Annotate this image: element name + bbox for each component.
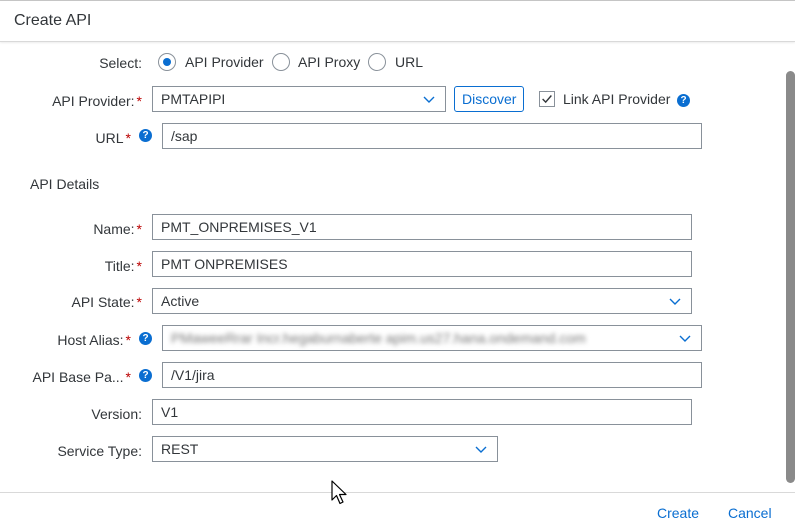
select-label: Select:: [99, 55, 142, 71]
service-type-select[interactable]: REST: [152, 436, 498, 462]
api-provider-label: API Provider: *: [52, 93, 142, 109]
chevron-down-icon[interactable]: [423, 93, 435, 105]
api-details-heading: API Details: [30, 176, 100, 192]
title-label: Title: *: [104, 258, 142, 274]
api-provider-value: PMTAPIPI: [161, 91, 226, 107]
dialog-header: Create API: [0, 1, 795, 42]
api-provider-select[interactable]: PMTAPIPI: [152, 86, 446, 112]
api-base-path-label: API Base Pa... *: [32, 369, 131, 385]
name-label: Name: *: [93, 221, 142, 237]
cancel-button[interactable]: Cancel: [728, 505, 772, 521]
service-type-value: REST: [161, 441, 199, 457]
api-base-path-input[interactable]: /V1/jira: [162, 362, 702, 388]
radio-api-provider-label[interactable]: API Provider: [185, 54, 264, 70]
mouse-pointer-icon: [331, 480, 347, 505]
name-input[interactable]: PMT_ONPREMISES_V1: [152, 214, 692, 240]
radio-api-proxy[interactable]: [272, 53, 290, 71]
help-icon[interactable]: ?: [139, 369, 152, 382]
help-icon[interactable]: ?: [677, 94, 690, 107]
api-state-label: API State: *: [71, 294, 143, 310]
create-button[interactable]: Create: [657, 505, 699, 521]
host-alias-label: Host Alias: *: [57, 332, 131, 348]
link-api-provider-label[interactable]: Link API Provider: [563, 91, 670, 107]
url-input[interactable]: /sap: [162, 123, 702, 149]
version-value: V1: [161, 404, 179, 420]
version-input[interactable]: V1: [152, 399, 692, 425]
radio-api-provider[interactable]: [158, 53, 176, 71]
dialog-footer: Create Cancel: [0, 492, 795, 530]
host-alias-value: PMaweeRrar Incr.hegaburnaberte apim.us27…: [171, 330, 586, 346]
api-state-select[interactable]: Active: [152, 288, 692, 314]
api-base-path-value: /V1/jira: [171, 367, 215, 383]
chevron-down-icon[interactable]: [669, 295, 681, 307]
dialog-title: Create API: [14, 12, 92, 29]
chevron-down-icon[interactable]: [475, 443, 487, 455]
create-api-dialog: Create API Select: API Provider API Prox…: [0, 0, 795, 530]
discover-button[interactable]: Discover: [454, 86, 525, 112]
checkmark-icon: [542, 95, 552, 104]
title-value: PMT ONPREMISES: [161, 256, 288, 272]
link-api-provider-checkbox[interactable]: [539, 91, 555, 107]
vertical-scrollbar[interactable]: [786, 71, 795, 483]
url-value: /sap: [171, 128, 198, 144]
chevron-down-icon[interactable]: [679, 332, 691, 344]
dialog-content[interactable]: Select: API Provider API Proxy URL API P…: [0, 43, 795, 492]
title-input[interactable]: PMT ONPREMISES: [152, 251, 692, 277]
name-value: PMT_ONPREMISES_V1: [161, 219, 317, 235]
help-icon[interactable]: ?: [139, 332, 152, 345]
service-type-label: Service Type:: [57, 443, 142, 459]
version-label: Version:: [91, 406, 142, 422]
radio-url-label[interactable]: URL: [395, 54, 423, 70]
api-state-value: Active: [161, 293, 200, 309]
radio-api-proxy-label[interactable]: API Proxy: [298, 54, 360, 70]
host-alias-select[interactable]: PMaweeRrar Incr.hegaburnaberte apim.us27…: [162, 325, 702, 351]
url-label: URL *: [95, 130, 131, 146]
help-icon[interactable]: ?: [139, 129, 152, 142]
radio-url[interactable]: [368, 53, 386, 71]
